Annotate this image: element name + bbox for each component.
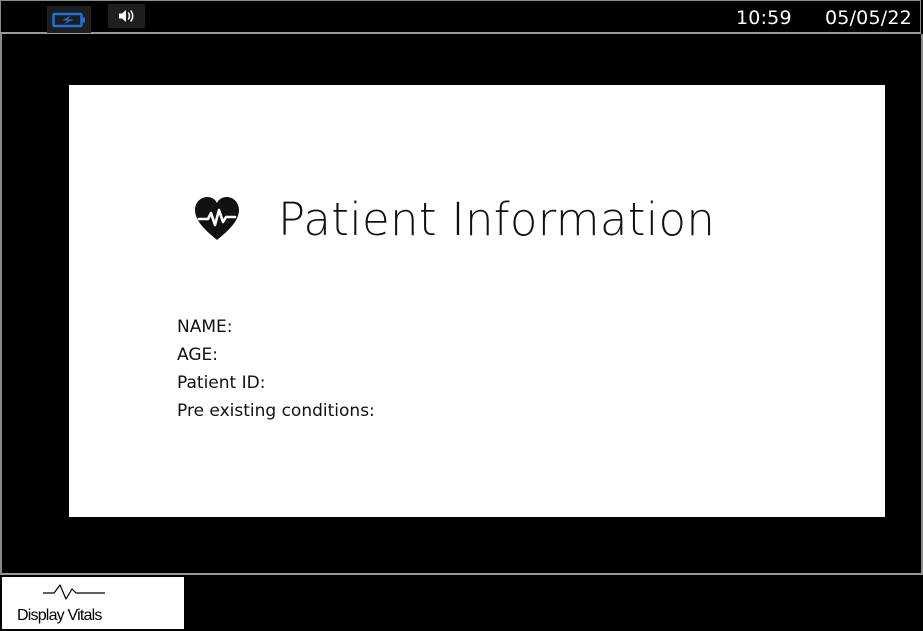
bottom-nav: Display Vitals: [0, 575, 923, 631]
age-label: AGE:: [177, 345, 218, 365]
battery-charging-icon: [52, 12, 85, 27]
speaker-volume-icon: [118, 10, 133, 22]
page-title: Patient Information: [278, 193, 716, 246]
monitor-screen: 10:59 05/05/22 Patient Information NAME:…: [0, 0, 923, 631]
patient-field-list: NAME: AGE: Patient ID: Pre existing cond…: [177, 313, 375, 425]
patient-info-panel: Patient Information NAME: AGE: Patient I…: [69, 85, 885, 517]
vitals-waveform-icon: [43, 584, 105, 600]
volume-control[interactable]: [108, 4, 145, 28]
display-vitals-button[interactable]: Display Vitals: [1, 576, 185, 630]
conditions-label: Pre existing conditions:: [177, 401, 375, 421]
clock-time: 10:59: [736, 7, 792, 29]
name-label: NAME:: [177, 317, 233, 337]
clock-date: 05/05/22: [825, 7, 912, 29]
heart-pulse-icon: [195, 197, 239, 240]
battery-indicator: [47, 6, 91, 33]
patient-id-label: Patient ID:: [177, 373, 266, 393]
status-bar: 10:59 05/05/22: [0, 0, 921, 34]
display-vitals-label: Display Vitals: [17, 607, 102, 624]
